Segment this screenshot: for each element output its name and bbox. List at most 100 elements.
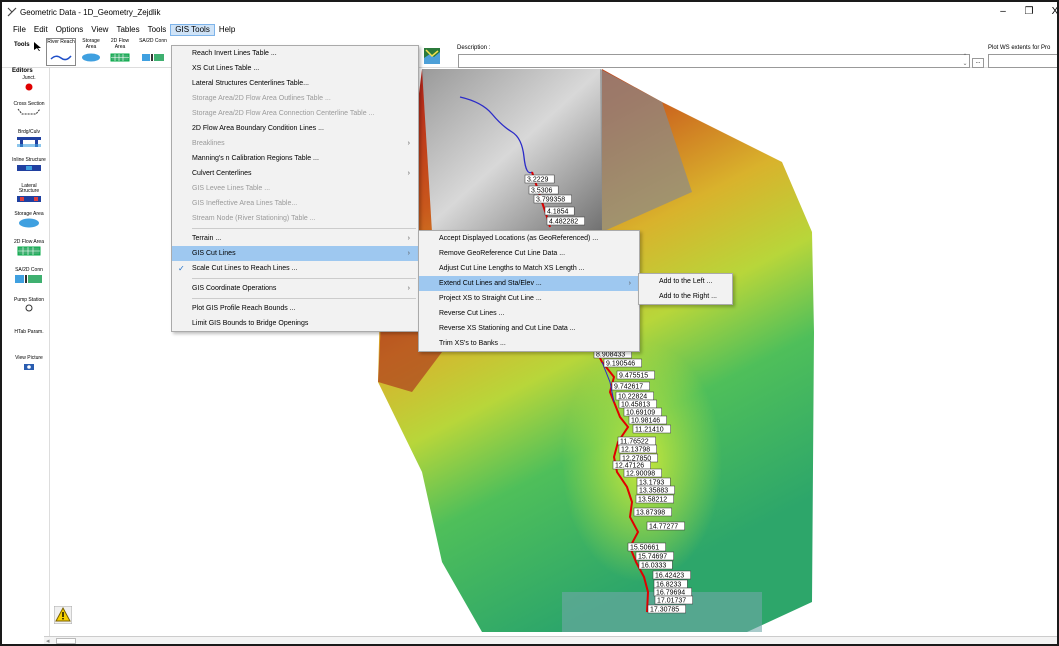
bridge-icon: [17, 137, 41, 147]
menu-2d-boundary-condition-lines[interactable]: 2D Flow Area Boundary Condition Lines ..…: [172, 121, 418, 136]
app-icon: [7, 7, 17, 17]
xs-station-label[interactable]: 10.45813: [621, 402, 650, 409]
storage-area-button[interactable]: Storage Area: [78, 38, 104, 66]
menu-plot-gis-profile-reach-bounds[interactable]: Plot GIS Profile Reach Bounds ...: [172, 301, 418, 316]
xs-station-label[interactable]: 12.13798: [621, 447, 650, 454]
menu-add-to-right[interactable]: Add to the Right ...: [639, 289, 732, 304]
xs-station-label[interactable]: 15.74697: [638, 554, 667, 561]
menu-add-to-left[interactable]: Add to the Left ...: [639, 274, 732, 289]
xs-station-label[interactable]: 13.35883: [639, 488, 668, 495]
menu-xs-cut-lines-table[interactable]: XS Cut Lines Table ...: [172, 61, 418, 76]
bridge-culvert-button[interactable]: Brdg/Culv: [12, 130, 46, 156]
menu-gis-coordinate-operations-label: GIS Coordinate Operations: [192, 285, 277, 292]
scroll-thumb[interactable]: [56, 638, 76, 644]
menu-reverse-xs-stationing[interactable]: Reverse XS Stationing and Cut Line Data …: [419, 321, 639, 336]
xs-station-label[interactable]: 9.190546: [606, 361, 635, 368]
menu-reverse-cut-lines[interactable]: Reverse Cut Lines ...: [419, 306, 639, 321]
sa2d-conn-button[interactable]: SA/2D Conn: [138, 38, 168, 66]
river-reach-button[interactable]: River Reach: [46, 38, 76, 66]
menu-options[interactable]: Options: [52, 24, 88, 36]
junction-button[interactable]: Junct.: [12, 76, 46, 102]
menu-gis-cut-lines[interactable]: GIS Cut Lines ›: [172, 246, 418, 261]
menu-mannings-n-calibration[interactable]: Manning's n Calibration Regions Table ..…: [172, 151, 418, 166]
sa2d-conn-editor-button[interactable]: SA/2D Conn: [12, 268, 46, 294]
xs-station-label[interactable]: 11.21410: [635, 427, 664, 434]
menu-trim-xs-to-banks[interactable]: Trim XS's to Banks ...: [419, 336, 639, 351]
xs-station-label[interactable]: 16.79694: [656, 590, 685, 597]
menu-limit-gis-bounds[interactable]: Limit GIS Bounds to Bridge Openings: [172, 316, 418, 331]
minimize-button[interactable]: –: [992, 4, 1014, 20]
horizontal-scrollbar[interactable]: ◂: [44, 636, 1057, 644]
cross-section-button[interactable]: Cross Section: [12, 102, 46, 128]
xs-station-label[interactable]: 4.482282: [549, 219, 578, 226]
htab-param-label: HTab Param.: [14, 329, 44, 335]
menu-edit[interactable]: Edit: [30, 24, 52, 36]
junction-icon: [25, 83, 33, 91]
xs-station-label[interactable]: 10.22824: [618, 394, 647, 401]
xs-station-label[interactable]: 13.58212: [638, 497, 667, 504]
menu-scale-cut-lines[interactable]: ✓ Scale Cut Lines to Reach Lines ...: [172, 261, 418, 276]
scroll-left-icon[interactable]: ◂: [46, 637, 50, 644]
menu-view[interactable]: View: [87, 24, 112, 36]
background-map-icon[interactable]: [424, 48, 440, 64]
menu-remove-georeference[interactable]: Remove GeoReference Cut Line Data ...: [419, 246, 639, 261]
xs-station-label[interactable]: 16.0333: [641, 563, 666, 570]
xs-station-label[interactable]: 3.5306: [531, 188, 553, 195]
description-input[interactable]: [458, 54, 970, 68]
menu-reach-invert-lines[interactable]: Reach Invert Lines Table ...: [172, 46, 418, 61]
xs-station-label[interactable]: 17.01737: [657, 598, 686, 605]
xs-station-label[interactable]: 16.42423: [655, 573, 684, 580]
tools-button[interactable]: Tools: [10, 38, 46, 66]
menu-project-xs-straight[interactable]: Project XS to Straight Cut Line ...: [419, 291, 639, 306]
close-button[interactable]: X: [1044, 4, 1057, 20]
inline-structure-button[interactable]: Inline Structure: [12, 158, 46, 184]
xs-station-label[interactable]: 16.8233: [656, 582, 681, 589]
xs-station-label[interactable]: 15.50661: [630, 545, 659, 552]
xs-station-label[interactable]: 10.98146: [631, 418, 660, 425]
xs-station-label[interactable]: 12.90098: [626, 471, 655, 478]
xs-station-label[interactable]: 3.2229: [527, 177, 549, 184]
xs-station-label[interactable]: 11.76522: [620, 439, 649, 446]
view-picture-button[interactable]: View Picture: [12, 356, 46, 382]
xs-station-label[interactable]: 17.30785: [650, 607, 679, 614]
sa2d-connection-icon: [15, 275, 42, 283]
storage-area-editor-button[interactable]: Storage Area: [12, 212, 46, 238]
tools-label: Tools: [14, 42, 30, 48]
xs-station-label[interactable]: 12.47126: [615, 463, 644, 470]
menu-adjust-cut-line-lengths[interactable]: Adjust Cut Line Lengths to Match XS Leng…: [419, 261, 639, 276]
xs-station-label[interactable]: 3.799358: [536, 197, 565, 204]
menu-gis-coordinate-operations[interactable]: GIS Coordinate Operations ›: [172, 281, 418, 296]
description-spinner[interactable]: ⌃ ⌄: [960, 54, 970, 68]
htab-param-button[interactable]: HTab Param.: [12, 330, 46, 356]
2d-flow-area-editor-button[interactable]: 2D Flow Area: [12, 240, 46, 266]
menu-help[interactable]: Help: [215, 24, 239, 36]
plot-ws-extents-select[interactable]: [988, 54, 1057, 68]
lateral-structure-button[interactable]: Lateral Structure: [12, 184, 46, 210]
menu-extend-cut-lines[interactable]: Extend Cut Lines and Sta/Elev ... ›: [419, 276, 639, 291]
submenu-arrow-icon: ›: [407, 285, 410, 292]
xs-station-label[interactable]: 10.69109: [626, 410, 655, 417]
menu-culvert-centerlines[interactable]: Culvert Centerlines ›: [172, 166, 418, 181]
xs-station-label[interactable]: 13.87398: [636, 510, 665, 517]
xs-station-label[interactable]: 9.475515: [619, 373, 648, 380]
menu-file[interactable]: File: [9, 24, 30, 36]
menu-tools[interactable]: Tools: [144, 24, 171, 36]
menu-terrain[interactable]: Terrain ... ›: [172, 231, 418, 246]
menu-tables[interactable]: Tables: [112, 24, 143, 36]
checkmark-icon: ✓: [178, 264, 185, 273]
xs-station-label[interactable]: 8.908433: [596, 352, 625, 359]
xs-station-label[interactable]: 14.77277: [649, 524, 678, 531]
xs-station-label[interactable]: 9.742617: [614, 384, 643, 391]
menu-gis-tools[interactable]: GIS Tools: [170, 24, 215, 36]
pump-station-button[interactable]: Pump Station: [12, 298, 46, 324]
description-browse-button[interactable]: ...: [972, 58, 984, 68]
menu-storage-area-outlines: Storage Area/2D Flow Area Outlines Table…: [192, 95, 331, 102]
restore-button[interactable]: ❐: [1018, 4, 1040, 20]
menu-lateral-structures-centerlines[interactable]: Lateral Structures Centerlines Table...: [172, 76, 418, 91]
warning-icon[interactable]: [54, 606, 72, 624]
xs-station-label[interactable]: 13.1793: [639, 480, 664, 487]
2d-flow-area-button[interactable]: 2D Flow Area: [106, 38, 134, 66]
storage-area-label: Storage Area: [82, 38, 100, 50]
xs-station-label[interactable]: 4.1854: [547, 209, 569, 216]
menu-accept-displayed-locations[interactable]: Accept Displayed Locations (as GeoRefere…: [419, 231, 639, 246]
